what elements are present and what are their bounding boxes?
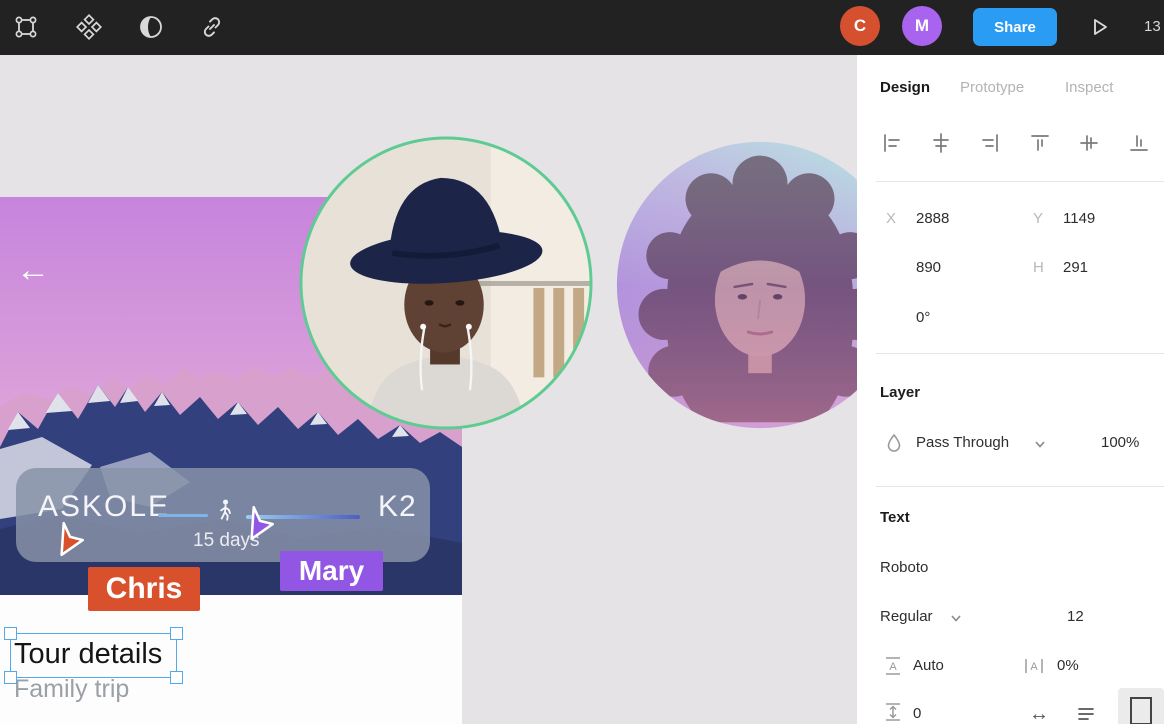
chris-cursor-label: Chris [88,567,200,611]
zoom-level[interactable]: 13 [1144,18,1161,35]
layer-section-heading: Layer [880,384,920,401]
y-value-field[interactable]: 1149 [1063,210,1095,227]
paragraph-spacing-icon [882,701,904,723]
frame-tool-icon[interactable] [13,14,39,40]
participant-video-man[interactable] [297,134,595,432]
align-left-icon[interactable] [881,132,903,154]
blend-mode-icon[interactable] [883,432,905,454]
y-label: Y [1033,210,1043,227]
text-align-icon[interactable] [1075,703,1097,724]
tour-subtitle-text[interactable]: Family trip [14,675,129,704]
components-icon[interactable] [76,14,102,40]
mary-cursor-label: Mary [280,551,383,591]
chris-cursor-icon [52,520,86,558]
line-height-field[interactable]: Auto [913,657,944,674]
avatar-chris[interactable]: C [840,6,880,46]
svg-text:A: A [1030,661,1038,673]
resize-horizontal-icon[interactable]: ↔ [1029,703,1049,724]
svg-text:A: A [889,661,897,673]
back-arrow-icon: ← [16,253,50,287]
tab-design[interactable]: Design [880,79,930,96]
opacity-field[interactable]: 100% [1101,434,1139,451]
tour-title-text[interactable]: Tour details [14,638,162,671]
frame-icon [1130,697,1152,724]
blend-mode-select[interactable]: Pass Through [916,434,1009,451]
divider [876,486,1164,487]
contrast-icon[interactable] [138,14,164,40]
chris-name: Chris [106,572,183,606]
rotation-value-field[interactable]: 0° [916,309,930,326]
chevron-down-icon[interactable] [1033,437,1047,451]
design-canvas[interactable]: ← ASKOLE K2 15 days Chris [0,55,857,724]
align-bottom-icon[interactable] [1128,132,1150,154]
figma-app: ← ASKOLE K2 15 days Chris [0,0,1164,724]
chevron-down-icon[interactable] [949,611,963,625]
x-value-field[interactable]: 2888 [916,210,949,227]
height-value-field[interactable]: 291 [1063,259,1088,276]
top-toolbar: C M Share 13 [0,0,1164,55]
properties-panel: Design Prototype Inspect X 2888 Y 1149 8… [857,55,1164,724]
font-size-field[interactable]: 12 [1067,608,1084,625]
avatar-chris-initial: C [854,16,866,36]
font-weight-select[interactable]: Regular [880,608,933,625]
align-right-icon[interactable] [979,132,1001,154]
hiker-icon [214,498,236,526]
tab-inspect[interactable]: Inspect [1065,79,1113,96]
share-button[interactable]: Share [973,8,1057,46]
selection-handle-top-right[interactable] [170,627,183,640]
line-height-icon: A [882,655,904,677]
x-label: X [886,210,896,227]
selection-handle-bottom-left[interactable] [4,671,17,684]
align-horizontal-center-icon[interactable] [930,132,952,154]
font-family-select[interactable]: Roboto [880,559,928,576]
avatar-mary-initial: M [915,16,929,36]
paragraph-spacing-field[interactable]: 0 [913,705,921,722]
selection-handle-bottom-right[interactable] [170,671,183,684]
route-line-left [158,514,208,517]
mary-cursor-icon [242,504,276,542]
link-icon[interactable] [199,14,225,40]
tab-prototype[interactable]: Prototype [960,79,1024,96]
route-start-label: ASKOLE [38,490,170,524]
align-top-icon[interactable] [1029,132,1051,154]
text-section-heading: Text [880,509,910,526]
avatar-mary[interactable]: M [902,6,942,46]
divider [876,181,1164,182]
align-vertical-center-icon[interactable] [1078,132,1100,154]
mary-name: Mary [299,555,364,587]
height-label: H [1033,259,1044,276]
route-end-label: K2 [378,490,417,524]
letter-spacing-field[interactable]: 0% [1057,657,1079,674]
width-value-field[interactable]: 890 [916,259,941,276]
letter-spacing-icon: A [1023,655,1045,677]
frame-resize-chip[interactable] [1118,688,1164,724]
divider [876,353,1164,354]
present-play-icon[interactable] [1086,14,1112,40]
